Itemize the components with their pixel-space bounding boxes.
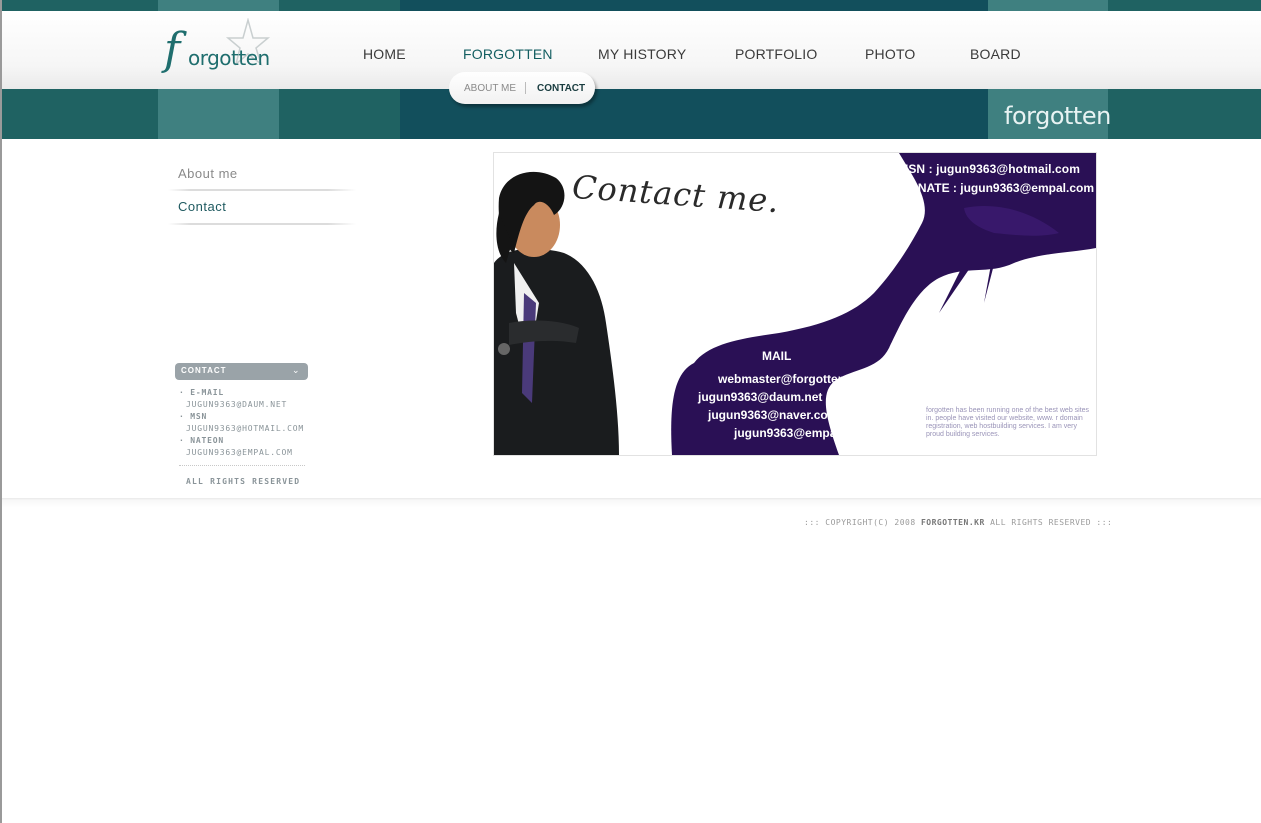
banner-nate: NATE : jugun9363@empal.com (917, 181, 1094, 195)
contact-box-title: CONTACT (181, 366, 227, 375)
banner-mail-4: jugun9363@empal.com (734, 426, 868, 440)
contact-box-header[interactable]: CONTACT ⌄ (175, 363, 308, 380)
nav-my-history[interactable]: MY HISTORY (598, 46, 686, 62)
contact-nateon-value[interactable]: JUGUN9363@EMPAL.COM (186, 448, 293, 457)
banner-mail-3: jugun9363@naver.com (708, 408, 839, 422)
sidebar-item-contact[interactable]: Contact (178, 199, 226, 214)
contact-nateon-label: · NATEON (179, 436, 224, 445)
banner-mail-heading: MAIL (762, 349, 792, 363)
subnav-divider (525, 82, 526, 94)
nav-photo[interactable]: PHOTO (865, 46, 916, 62)
contact-rights: ALL RIGHTS RESERVED (186, 477, 301, 486)
sidebar-divider (168, 223, 356, 225)
chevron-down-icon: ⌄ (292, 365, 300, 375)
header-top-strip (2, 0, 1261, 11)
contact-email-label: · E-MAIL (179, 388, 224, 397)
banner-fine-print: forgotten has been running one of the be… (926, 407, 1090, 438)
banner-msn: MSN : jugun9363@hotmail.com (898, 162, 1080, 176)
subnav-pill: ABOUT ME CONTACT (449, 72, 595, 104)
band-logo-text: forgotten (1004, 102, 1111, 130)
logo-initial[interactable]: f (164, 28, 180, 72)
contact-divider (179, 465, 305, 466)
logo[interactable]: orgotten (188, 46, 270, 70)
sidebar-divider (168, 189, 356, 191)
banner-mail-1: webmaster@forgotten.kr (718, 372, 860, 386)
contact-msn-value[interactable]: JUGUN9363@HOTMAIL.COM (186, 424, 304, 433)
contact-banner: Contact me. MSN : jugun9363@hotmail.com … (493, 152, 1097, 456)
nav-portfolio[interactable]: PORTFOLIO (735, 46, 817, 62)
contact-email-value[interactable]: JUGUN9363@DAUM.NET (186, 400, 287, 409)
nav-home[interactable]: HOME (363, 46, 406, 62)
banner-mail-2: jugun9363@daum.net (698, 390, 823, 404)
subnav-contact[interactable]: CONTACT (537, 83, 585, 94)
contact-msn-label: · MSN (179, 412, 208, 421)
sidebar-item-about-me[interactable]: About me (178, 166, 238, 181)
nav-board[interactable]: BOARD (970, 46, 1021, 62)
subnav-about-me[interactable]: ABOUT ME (464, 83, 516, 94)
nav-forgotten[interactable]: FORGOTTEN (463, 46, 553, 62)
footer-divider (2, 498, 1261, 508)
footer-copyright: ::: COPYRIGHT(C) 2008 FORGOTTEN.KR ALL R… (804, 518, 1113, 527)
footer-brand[interactable]: FORGOTTEN.KR (921, 518, 985, 527)
